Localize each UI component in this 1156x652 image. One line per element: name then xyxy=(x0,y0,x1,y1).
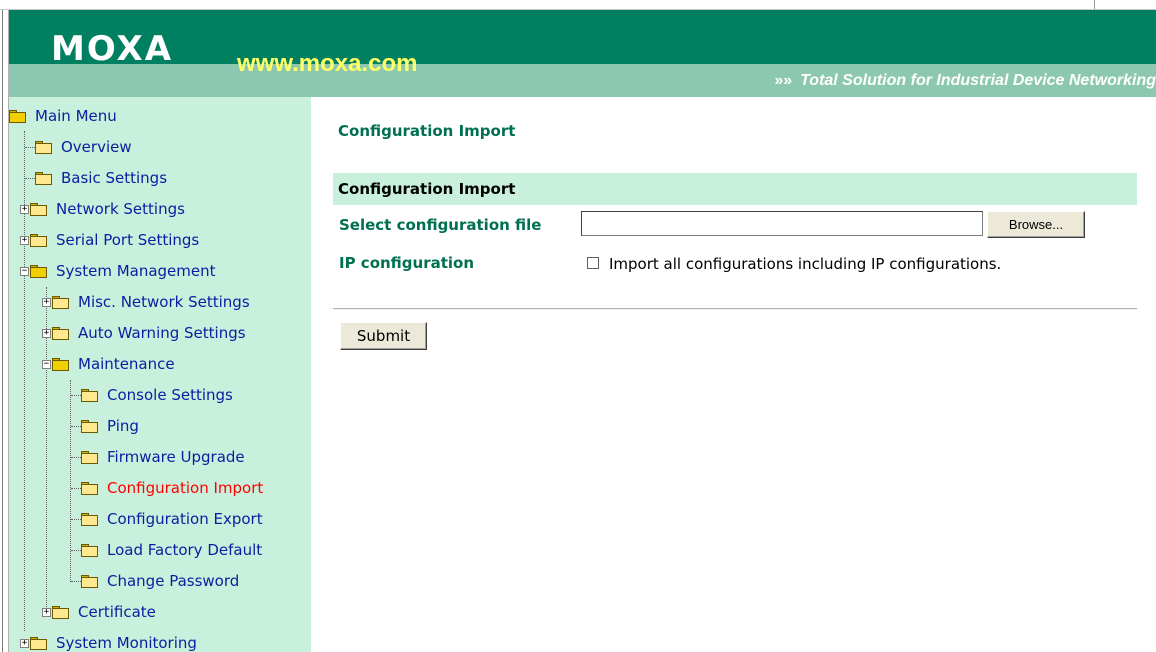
expand-plus-icon[interactable]: + xyxy=(20,638,29,648)
frame-line xyxy=(2,10,3,652)
sidebar-item-certificate[interactable]: + Certificate xyxy=(42,602,156,622)
sidebar-item-firmware-upgrade[interactable]: Firmware Upgrade xyxy=(71,447,245,467)
sidebar-item-serial-port-settings[interactable]: + Serial Port Settings xyxy=(20,230,199,250)
ip-configuration-label: IP configuration xyxy=(339,254,475,272)
folder-icon xyxy=(35,140,53,154)
sidebar-item-configuration-import[interactable]: Configuration Import xyxy=(71,478,263,498)
sidebar-item-console-settings[interactable]: Console Settings xyxy=(71,385,233,405)
tree-connector xyxy=(25,147,35,148)
sidebar-item-label: Maintenance xyxy=(78,355,175,373)
tree-connector xyxy=(25,178,35,179)
sidebar-tree: Main Menu Overview Basic Settings + Netw… xyxy=(9,97,311,652)
folder-icon xyxy=(81,450,99,464)
submit-button[interactable]: Submit xyxy=(340,322,427,350)
sidebar-item-maintenance[interactable]: − Maintenance xyxy=(42,354,175,374)
frame-divider xyxy=(1094,0,1095,9)
sidebar-item-label: System Management xyxy=(56,262,216,280)
folder-icon xyxy=(30,233,48,247)
tree-connector xyxy=(71,457,81,458)
tree-connector xyxy=(71,550,81,551)
window-left-frame xyxy=(0,10,9,652)
folder-icon xyxy=(81,512,99,526)
collapse-minus-icon[interactable]: − xyxy=(20,266,29,276)
folder-icon xyxy=(81,574,99,588)
sidebar-item-label: Change Password xyxy=(107,572,240,590)
folder-icon xyxy=(30,202,48,216)
expand-plus-icon[interactable]: + xyxy=(20,235,29,245)
expand-plus-icon[interactable]: + xyxy=(20,204,29,214)
sidebar-item-overview[interactable]: Overview xyxy=(25,137,132,157)
folder-icon xyxy=(52,326,70,340)
sidebar-item-label: Ping xyxy=(107,417,139,435)
sidebar-item-label: Main Menu xyxy=(35,107,117,125)
sidebar-item-label: Firmware Upgrade xyxy=(107,448,245,466)
sidebar-item-label: Basic Settings xyxy=(61,169,168,187)
window-top-frame xyxy=(0,0,1156,10)
select-file-label: Select configuration file xyxy=(339,216,542,234)
sidebar-item-main-menu[interactable]: Main Menu xyxy=(9,106,117,126)
folder-icon xyxy=(52,605,70,619)
sidebar-item-change-password[interactable]: Change Password xyxy=(71,571,239,591)
sidebar-item-label: Serial Port Settings xyxy=(56,231,200,249)
sidebar-item-system-management[interactable]: − System Management xyxy=(20,261,216,281)
collapse-minus-icon[interactable]: − xyxy=(42,359,51,369)
page-title: Configuration Import xyxy=(338,122,516,140)
import-ip-checkbox-label[interactable]: Import all configurations including IP c… xyxy=(609,255,1001,273)
folder-icon xyxy=(52,295,70,309)
tagline: »» Total Solution for Industrial Device N… xyxy=(774,71,1156,91)
sidebar-item-misc-network-settings[interactable]: + Misc. Network Settings xyxy=(42,292,250,312)
sidebar-item-label: Overview xyxy=(61,138,132,156)
sidebar-item-load-factory-default[interactable]: Load Factory Default xyxy=(71,540,262,560)
divider xyxy=(333,308,1137,310)
tree-connector xyxy=(71,519,81,520)
sidebar-item-network-settings[interactable]: + Network Settings xyxy=(20,199,185,219)
expand-plus-icon[interactable]: + xyxy=(42,607,51,617)
sidebar-item-label: Misc. Network Settings xyxy=(78,293,250,311)
expand-plus-icon[interactable]: + xyxy=(42,297,51,307)
sidebar-item-label: Configuration Export xyxy=(107,510,263,528)
folder-icon xyxy=(81,388,99,402)
sidebar-item-auto-warning-settings[interactable]: + Auto Warning Settings xyxy=(42,323,246,343)
folder-icon xyxy=(81,419,99,433)
sidebar-item-ping[interactable]: Ping xyxy=(71,416,139,436)
section-title: Configuration Import xyxy=(338,180,516,198)
sidebar-item-label: Console Settings xyxy=(107,386,233,404)
sidebar-item-configuration-export[interactable]: Configuration Export xyxy=(71,509,263,529)
site-url[interactable]: www.moxa.com xyxy=(237,52,418,76)
tree-connector xyxy=(71,395,81,396)
header-banner: MOXA www.moxa.com »» Total Solution for I… xyxy=(9,10,1156,97)
double-chevron-icon: »» xyxy=(774,72,793,89)
sidebar-item-label: Certificate xyxy=(78,603,156,621)
folder-open-icon xyxy=(30,264,48,278)
folder-open-icon xyxy=(9,109,27,123)
tagline-text: Total Solution for Industrial Device Net… xyxy=(800,72,1156,89)
folder-icon xyxy=(81,481,99,495)
browse-button[interactable]: Browse... xyxy=(987,211,1085,238)
sidebar-item-label: Network Settings xyxy=(56,200,185,218)
sidebar-item-label: Auto Warning Settings xyxy=(78,324,246,342)
moxa-logo: MOXA xyxy=(51,29,174,69)
config-file-input[interactable] xyxy=(581,211,983,236)
import-ip-checkbox[interactable] xyxy=(587,257,599,269)
sidebar-item-basic-settings[interactable]: Basic Settings xyxy=(25,168,167,188)
tree-connector xyxy=(71,581,81,582)
sidebar-item-label: System Monitoring xyxy=(56,634,197,652)
folder-icon xyxy=(81,543,99,557)
folder-icon xyxy=(30,636,48,650)
expand-plus-icon[interactable]: + xyxy=(42,328,51,338)
sidebar-item-label: Load Factory Default xyxy=(107,541,263,559)
tree-connector xyxy=(71,426,81,427)
sidebar-item-system-monitoring[interactable]: + System Monitoring xyxy=(20,633,197,652)
folder-icon xyxy=(35,171,53,185)
folder-open-icon xyxy=(52,357,70,371)
sidebar-item-label: Configuration Import xyxy=(107,479,264,497)
tree-connector xyxy=(71,488,81,489)
